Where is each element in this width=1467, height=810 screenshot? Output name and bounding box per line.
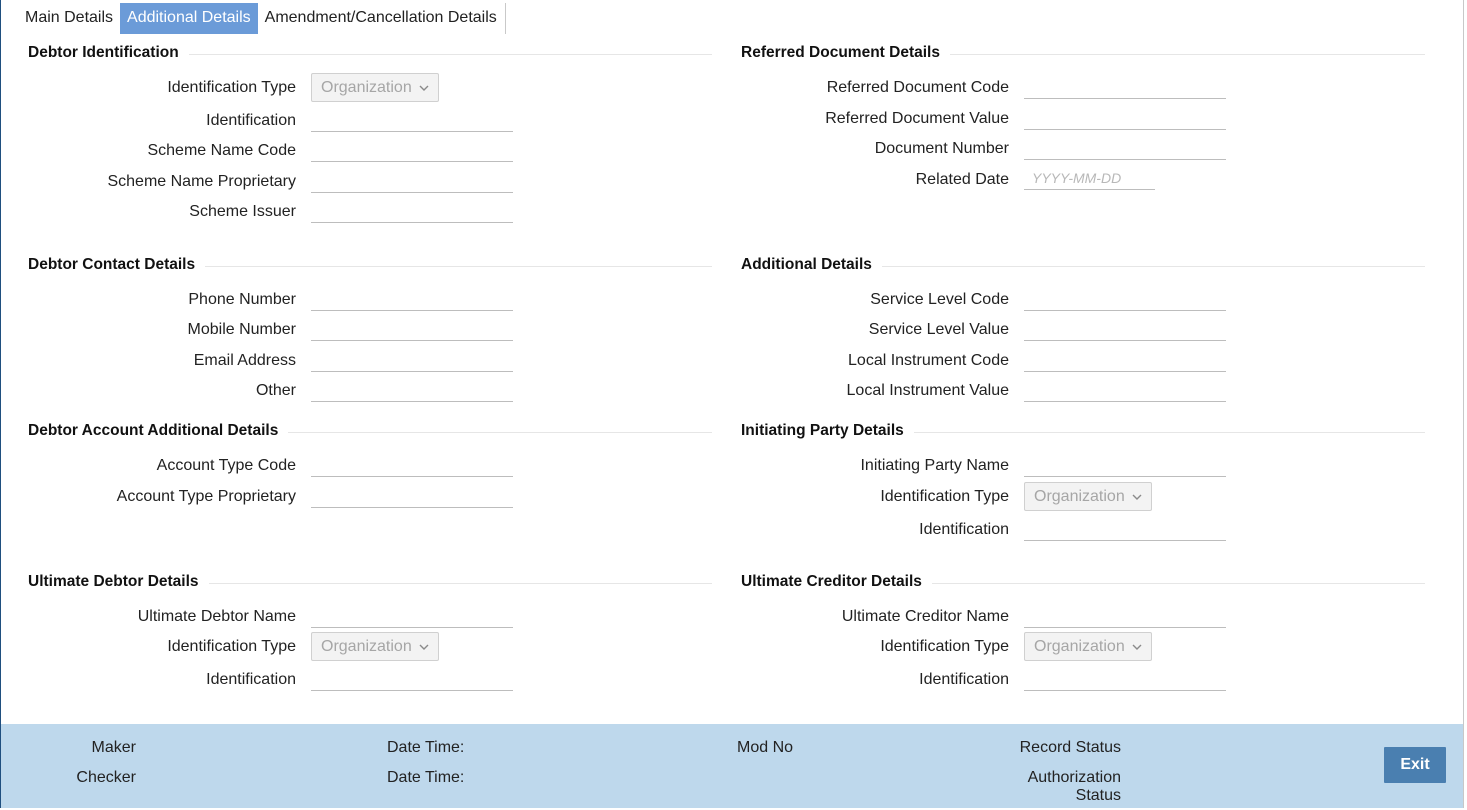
- service-level-code-field[interactable]: [1024, 287, 1226, 311]
- field-label: Referred Document Code: [826, 79, 1009, 96]
- section-title: Initiating Party Details: [741, 422, 914, 440]
- section-debtor-contact-details: Debtor Contact Details: [28, 256, 712, 276]
- service-level-value-field[interactable]: [1024, 317, 1226, 341]
- field-label: Service Level Value: [868, 321, 1009, 338]
- audit-footer: [1, 724, 1463, 808]
- maker-date-time-label: Date Time:: [387, 739, 465, 756]
- ultimate-creditor-identification-type-select[interactable]: Organization: [1024, 632, 1152, 661]
- ultimate-creditor-name-field[interactable]: [1024, 604, 1226, 628]
- section-title: Additional Details: [741, 256, 882, 274]
- section-ultimate-debtor-details: Ultimate Debtor Details: [28, 573, 712, 593]
- section-title: Debtor Contact Details: [28, 256, 206, 274]
- section-title: Debtor Identification: [28, 44, 189, 62]
- tab-main-details[interactable]: Main Details: [18, 3, 120, 34]
- maker-label: Maker: [91, 739, 136, 756]
- section-title: Referred Document Details: [741, 44, 950, 62]
- select-value: Organization: [1034, 638, 1125, 655]
- field-label: Ultimate Creditor Name: [841, 608, 1009, 625]
- referred-document-value-field[interactable]: [1024, 106, 1226, 130]
- checker-date-time-label: Date Time:: [387, 769, 465, 786]
- authorization-label: Authorization: [1027, 769, 1121, 786]
- field-label: Local Instrument Code: [848, 352, 1009, 369]
- row-ultimate-creditor-identification: Identification: [0, 670, 1009, 694]
- section-referred-document-details: Referred Document Details: [741, 44, 1425, 64]
- scheme-issuer-field[interactable]: [311, 199, 513, 223]
- chevron-down-icon: [1132, 494, 1142, 500]
- field-label: Identification Type: [880, 488, 1009, 505]
- field-label: Related Date: [915, 171, 1009, 188]
- section-debtor-account-additional-details: Debtor Account Additional Details: [28, 422, 712, 442]
- exit-button[interactable]: Exit: [1384, 747, 1446, 783]
- row-local-instrument-value: Local Instrument Value: [0, 381, 1009, 405]
- field-label: Document Number: [874, 140, 1009, 157]
- tab-additional-details[interactable]: Additional Details: [120, 3, 258, 34]
- row-scheme-issuer: Scheme Issuer: [0, 202, 296, 226]
- initiating-party-identification-type-select[interactable]: Organization: [1024, 482, 1152, 511]
- field-label: Referred Document Value: [825, 110, 1009, 127]
- field-label: Service Level Code: [870, 291, 1009, 308]
- row-document-number: Document Number: [0, 139, 1009, 163]
- authorization-status-label: Status: [1075, 787, 1121, 804]
- chevron-down-icon: [1132, 644, 1142, 650]
- local-instrument-code-field[interactable]: [1024, 348, 1226, 372]
- tab-divider: [504, 3, 506, 34]
- row-initiating-party-identification-type: Identification Type: [0, 487, 1009, 511]
- field-label: Local Instrument Value: [846, 382, 1009, 399]
- initiating-party-name-field[interactable]: [1024, 453, 1226, 477]
- section-title: Ultimate Debtor Details: [28, 573, 209, 591]
- tab-bar: Main Details Additional Details Amendmen…: [18, 3, 506, 34]
- section-additional-details: Additional Details: [741, 256, 1425, 276]
- document-number-field[interactable]: [1024, 136, 1226, 160]
- row-referred-document-code: Referred Document Code: [0, 78, 1009, 102]
- row-local-instrument-code: Local Instrument Code: [0, 351, 1009, 375]
- row-ultimate-creditor-identification-type: Identification Type: [0, 637, 1009, 661]
- section-initiating-party-details: Initiating Party Details: [741, 422, 1425, 442]
- row-initiating-party-identification: Identification: [0, 520, 1009, 544]
- local-instrument-value-field[interactable]: [1024, 378, 1226, 402]
- section-title: Debtor Account Additional Details: [28, 422, 289, 440]
- related-date-input[interactable]: [1024, 166, 1155, 189]
- row-service-level-code: Service Level Code: [0, 290, 1009, 314]
- mod-no-label: Mod No: [737, 739, 794, 756]
- row-service-level-value: Service Level Value: [0, 320, 1009, 344]
- section-ultimate-creditor-details: Ultimate Creditor Details: [741, 573, 1425, 593]
- tab-amendment-cancellation-details[interactable]: Amendment/Cancellation Details: [258, 3, 504, 34]
- record-status-label: Record Status: [1019, 739, 1121, 756]
- field-label: Scheme Issuer: [189, 203, 296, 220]
- checker-label: Checker: [76, 769, 136, 786]
- row-referred-document-value: Referred Document Value: [0, 109, 1009, 133]
- section-debtor-identification: Debtor Identification: [28, 44, 712, 64]
- row-related-date: Related Date: [0, 170, 1009, 194]
- select-value: Organization: [1034, 488, 1125, 505]
- row-ultimate-creditor-name: Ultimate Creditor Name: [0, 607, 1009, 631]
- row-initiating-party-name: Initiating Party Name: [0, 456, 1009, 480]
- field-label: Identification Type: [880, 638, 1009, 655]
- field-label: Identification: [919, 671, 1009, 688]
- referred-document-code-field[interactable]: [1024, 75, 1226, 99]
- section-title: Ultimate Creditor Details: [741, 573, 932, 591]
- related-date-field[interactable]: [1024, 166, 1155, 190]
- field-label: Initiating Party Name: [860, 457, 1009, 474]
- field-label: Identification: [919, 521, 1009, 538]
- initiating-party-identification-field[interactable]: [1024, 517, 1226, 541]
- ultimate-creditor-identification-field[interactable]: [1024, 667, 1226, 691]
